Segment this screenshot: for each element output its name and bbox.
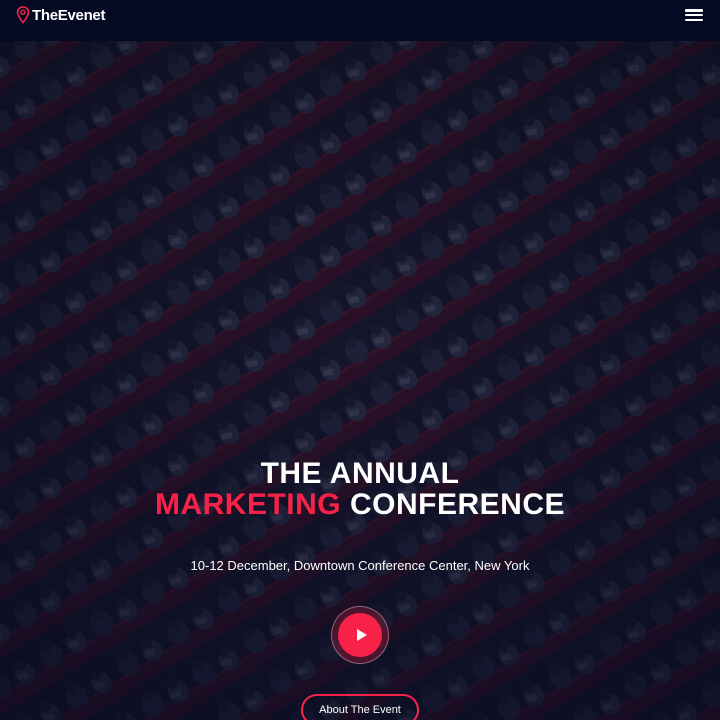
logo-text: TheEvenet <box>32 7 105 24</box>
event-details: 10-12 December, Downtown Conference Cent… <box>190 558 530 573</box>
hero-title-line-2: MARKETING CONFERENCE <box>0 488 720 522</box>
about-event-button[interactable]: About The Event <box>301 694 419 720</box>
hero-title-line-1: THE ANNUAL <box>260 457 460 490</box>
hero-title-rest: CONFERENCE <box>341 488 565 521</box>
hero-section: THE ANNUAL MARKETING CONFERENCE 10-12 De… <box>0 41 720 720</box>
hamburger-menu-icon[interactable] <box>685 8 703 22</box>
logo-name: Evenet <box>57 6 106 24</box>
play-video-button-ring <box>331 606 389 664</box>
play-video-button[interactable] <box>338 613 382 657</box>
site-logo[interactable]: TheEvenet <box>16 6 105 24</box>
top-navbar: TheEvenet <box>0 0 720 41</box>
map-pin-icon <box>16 6 30 24</box>
play-icon <box>356 629 367 641</box>
logo-prefix: The <box>32 6 58 24</box>
hero-title-accent: MARKETING <box>154 488 342 521</box>
